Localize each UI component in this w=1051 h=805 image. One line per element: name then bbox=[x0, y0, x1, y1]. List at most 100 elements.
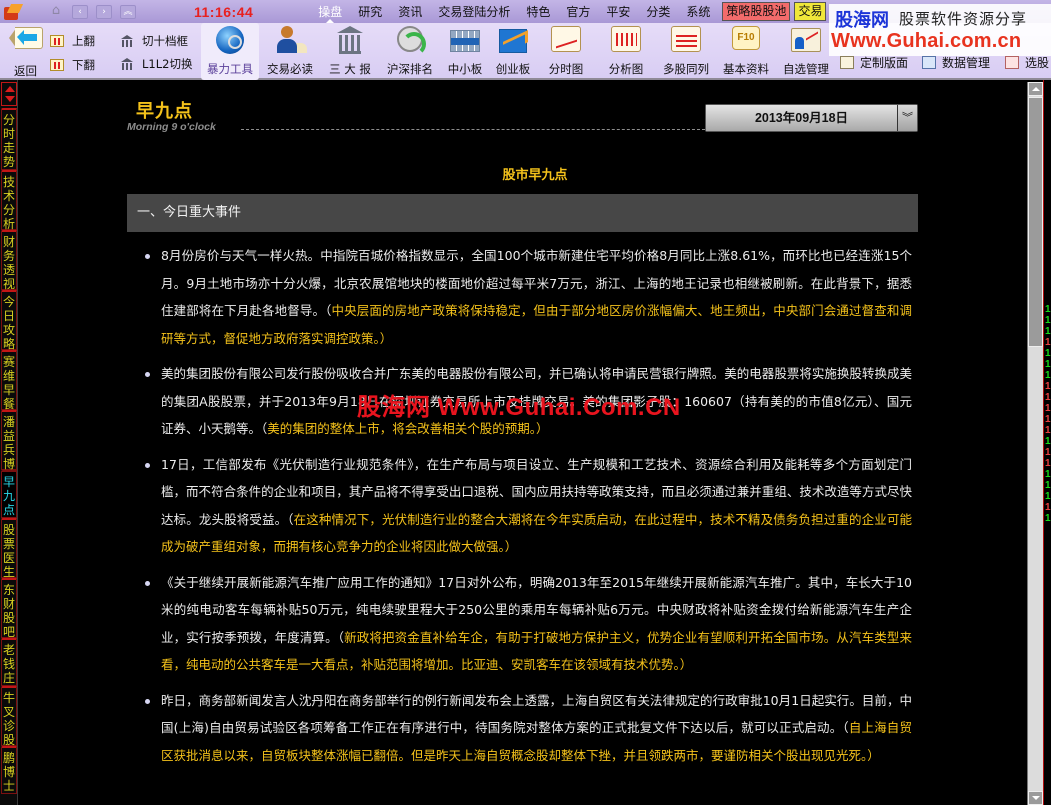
menu-featured[interactable]: 特色 bbox=[518, 1, 558, 23]
tool-label: 自选管理 bbox=[783, 62, 829, 76]
tool-gem-board[interactable]: 创业板 bbox=[488, 23, 538, 80]
magnifier-globe-icon bbox=[216, 26, 244, 54]
watermark-site: 股海网 bbox=[835, 10, 889, 30]
tool-multi-stock[interactable]: 多股同列 bbox=[658, 23, 714, 80]
chevron-down-icon[interactable]: ︾ bbox=[897, 105, 917, 131]
tool-portfolio-manage[interactable]: 自选管理 bbox=[778, 23, 834, 80]
portfolio-folder-icon bbox=[791, 28, 821, 52]
page-down-button[interactable]: 下翻 bbox=[50, 57, 95, 73]
home-icon[interactable]: ⌂ bbox=[48, 4, 64, 19]
quote-digit: 1 bbox=[1045, 392, 1051, 403]
line-chart-icon bbox=[551, 26, 581, 52]
side-tab-dr-peng[interactable]: 鹏博士 bbox=[1, 746, 17, 794]
article-item: 17日，工信部发布《光伏制造行业规范条件》，在生产布局与项目设立、生产规模和工艺… bbox=[127, 451, 918, 561]
scrollbar-thumb[interactable] bbox=[1028, 97, 1043, 347]
toggle-l1l2-label: L1L2切换 bbox=[142, 57, 193, 71]
quote-digit: 1 bbox=[1045, 304, 1051, 315]
side-tab-pan-yibing-blog[interactable]: 潘益兵博 bbox=[1, 410, 17, 471]
quote-digit: 1 bbox=[1045, 414, 1051, 425]
back-arrow-icon bbox=[9, 27, 43, 49]
custom-layout-label: 定制版面 bbox=[860, 56, 909, 70]
toggle-l1l2-button[interactable]: L1L2切换 bbox=[120, 56, 192, 72]
side-tab-intraday[interactable]: 分时走势 bbox=[1, 108, 17, 170]
tool-label: 三 大 报 bbox=[329, 62, 371, 76]
scroll-down-arrow-icon[interactable] bbox=[1028, 791, 1043, 805]
grid-board-icon bbox=[450, 30, 480, 52]
tool-label: 分时图 bbox=[548, 62, 584, 76]
section-title: 一、今日重大事件 bbox=[127, 194, 918, 232]
tool-analysis-chart[interactable]: 分析图 bbox=[600, 23, 652, 80]
collapse-up-icon[interactable]: ︽ bbox=[120, 4, 136, 19]
custom-layout-button[interactable]: 定制版面 bbox=[840, 54, 908, 71]
menu-category[interactable]: 分类 bbox=[638, 1, 678, 23]
tool-label: 创业板 bbox=[495, 62, 531, 76]
app-logo-icon bbox=[4, 4, 22, 20]
page-up-button[interactable]: 上翻 bbox=[50, 33, 95, 49]
toggle-depth-button[interactable]: 切十档框 bbox=[120, 33, 188, 49]
watermark-overlay: 股海网 Www.Guhai.Com.CN bbox=[357, 394, 681, 421]
tool-sme-board[interactable]: 中小板 bbox=[440, 23, 490, 80]
article-comment: 美的集团的整体上市，将会改善相关个股的预期。） bbox=[267, 421, 549, 436]
tool-label: 多股同列 bbox=[663, 62, 709, 76]
quote-digit: 1 bbox=[1045, 348, 1051, 359]
tool-label: 基本资料 bbox=[723, 62, 769, 76]
trade-button[interactable]: 交易 bbox=[794, 2, 827, 21]
side-tab-morning-nine[interactable]: 早九点 bbox=[1, 470, 17, 518]
back-button[interactable]: 返回 bbox=[8, 27, 44, 78]
forward-nav-icon[interactable]: › bbox=[96, 4, 112, 19]
data-manage-label: 数据管理 bbox=[942, 56, 991, 70]
tool-basic-info[interactable]: F10 基本资料 bbox=[718, 23, 774, 80]
menu-trade[interactable]: 操盘 bbox=[310, 1, 350, 24]
content-scrollbar[interactable] bbox=[1027, 82, 1043, 805]
quote-digit: 1 bbox=[1045, 447, 1051, 458]
quote-digit: 1 bbox=[1045, 436, 1051, 447]
back-nav-icon[interactable]: ‹ bbox=[72, 4, 88, 19]
menu-news[interactable]: 资讯 bbox=[390, 1, 430, 23]
side-tab-eastmoney-forum[interactable]: 东财股吧 bbox=[1, 578, 17, 639]
tool-label: 沪深排名 bbox=[387, 62, 433, 76]
strategy-pool-button[interactable]: 策略股股池 bbox=[722, 2, 791, 21]
scroll-up-arrow-icon[interactable] bbox=[1028, 82, 1043, 96]
stock-screen-label: 选股 bbox=[1025, 56, 1050, 70]
side-tab-stock-doctor[interactable]: 股票医生 bbox=[1, 518, 17, 579]
stock-screen-button[interactable]: 选股 bbox=[1005, 54, 1049, 71]
brand-title: 早九点 bbox=[136, 101, 193, 122]
toggle-depth-label: 切十档框 bbox=[142, 34, 188, 48]
tool-three-reports[interactable]: 三 大 报 bbox=[322, 23, 378, 80]
quote-strip: 11111111111111111111 bbox=[1043, 80, 1051, 805]
layout-icon bbox=[840, 56, 854, 69]
menu-trade-login[interactable]: 交易登陆分析 bbox=[430, 1, 518, 23]
tool-label: 暴力工具 bbox=[207, 62, 253, 76]
side-tab-scroller[interactable] bbox=[1, 82, 17, 106]
menu-research[interactable]: 研究 bbox=[350, 1, 390, 23]
date-value[interactable]: 2013年09月18日 bbox=[706, 105, 897, 131]
tool-intraday-chart[interactable]: 分时图 bbox=[540, 23, 592, 80]
menu-pingan[interactable]: 平安 bbox=[598, 1, 638, 23]
menu-system[interactable]: 系统 bbox=[678, 1, 718, 23]
main-menu: 操盘 研究 资讯 交易登陆分析 特色 官方 平安 分类 系统 bbox=[310, 1, 718, 24]
quote-digit: 1 bbox=[1045, 425, 1051, 436]
quote-digit: 1 bbox=[1045, 480, 1051, 491]
side-tab-saiwei-breakfast[interactable]: 赛维早餐 bbox=[1, 350, 17, 411]
tool-sh-sz-ranking[interactable]: 沪深排名 bbox=[382, 23, 438, 80]
quote-digit: 1 bbox=[1045, 469, 1051, 480]
tool-label: 中小板 bbox=[447, 62, 483, 76]
menu-official[interactable]: 官方 bbox=[558, 1, 598, 23]
quote-digit: 1 bbox=[1045, 326, 1051, 337]
date-dropdown[interactable]: 2013年09月18日 ︾ bbox=[705, 104, 918, 132]
data-manage-button[interactable]: 数据管理 bbox=[922, 54, 990, 71]
side-tab-niucha-diagnosis[interactable]: 牛叉诊股 bbox=[1, 686, 17, 747]
side-tab-today-strategy[interactable]: 今日攻略 bbox=[1, 290, 17, 351]
quote-digit: 1 bbox=[1045, 359, 1051, 370]
side-tab-laoqian[interactable]: 老钱庄 bbox=[1, 638, 17, 686]
scroll-up-icon bbox=[5, 86, 15, 92]
article-item: 《关于继续开展新能源汽车推广应用工作的通知》17日对外公布，明确2013年至20… bbox=[127, 569, 918, 679]
side-tab-technical[interactable]: 技术分析 bbox=[1, 170, 17, 231]
brand-subtitle: Morning 9 o'clock bbox=[127, 121, 216, 133]
tool-trading-must-read[interactable]: 交易必读 bbox=[262, 23, 318, 80]
quote-digit: 1 bbox=[1045, 458, 1051, 469]
back-label: 返回 bbox=[14, 64, 37, 78]
bank-icon bbox=[120, 57, 134, 71]
side-tab-financial[interactable]: 财务透视 bbox=[1, 230, 17, 291]
tool-power-tools[interactable]: 暴力工具 bbox=[201, 23, 259, 80]
